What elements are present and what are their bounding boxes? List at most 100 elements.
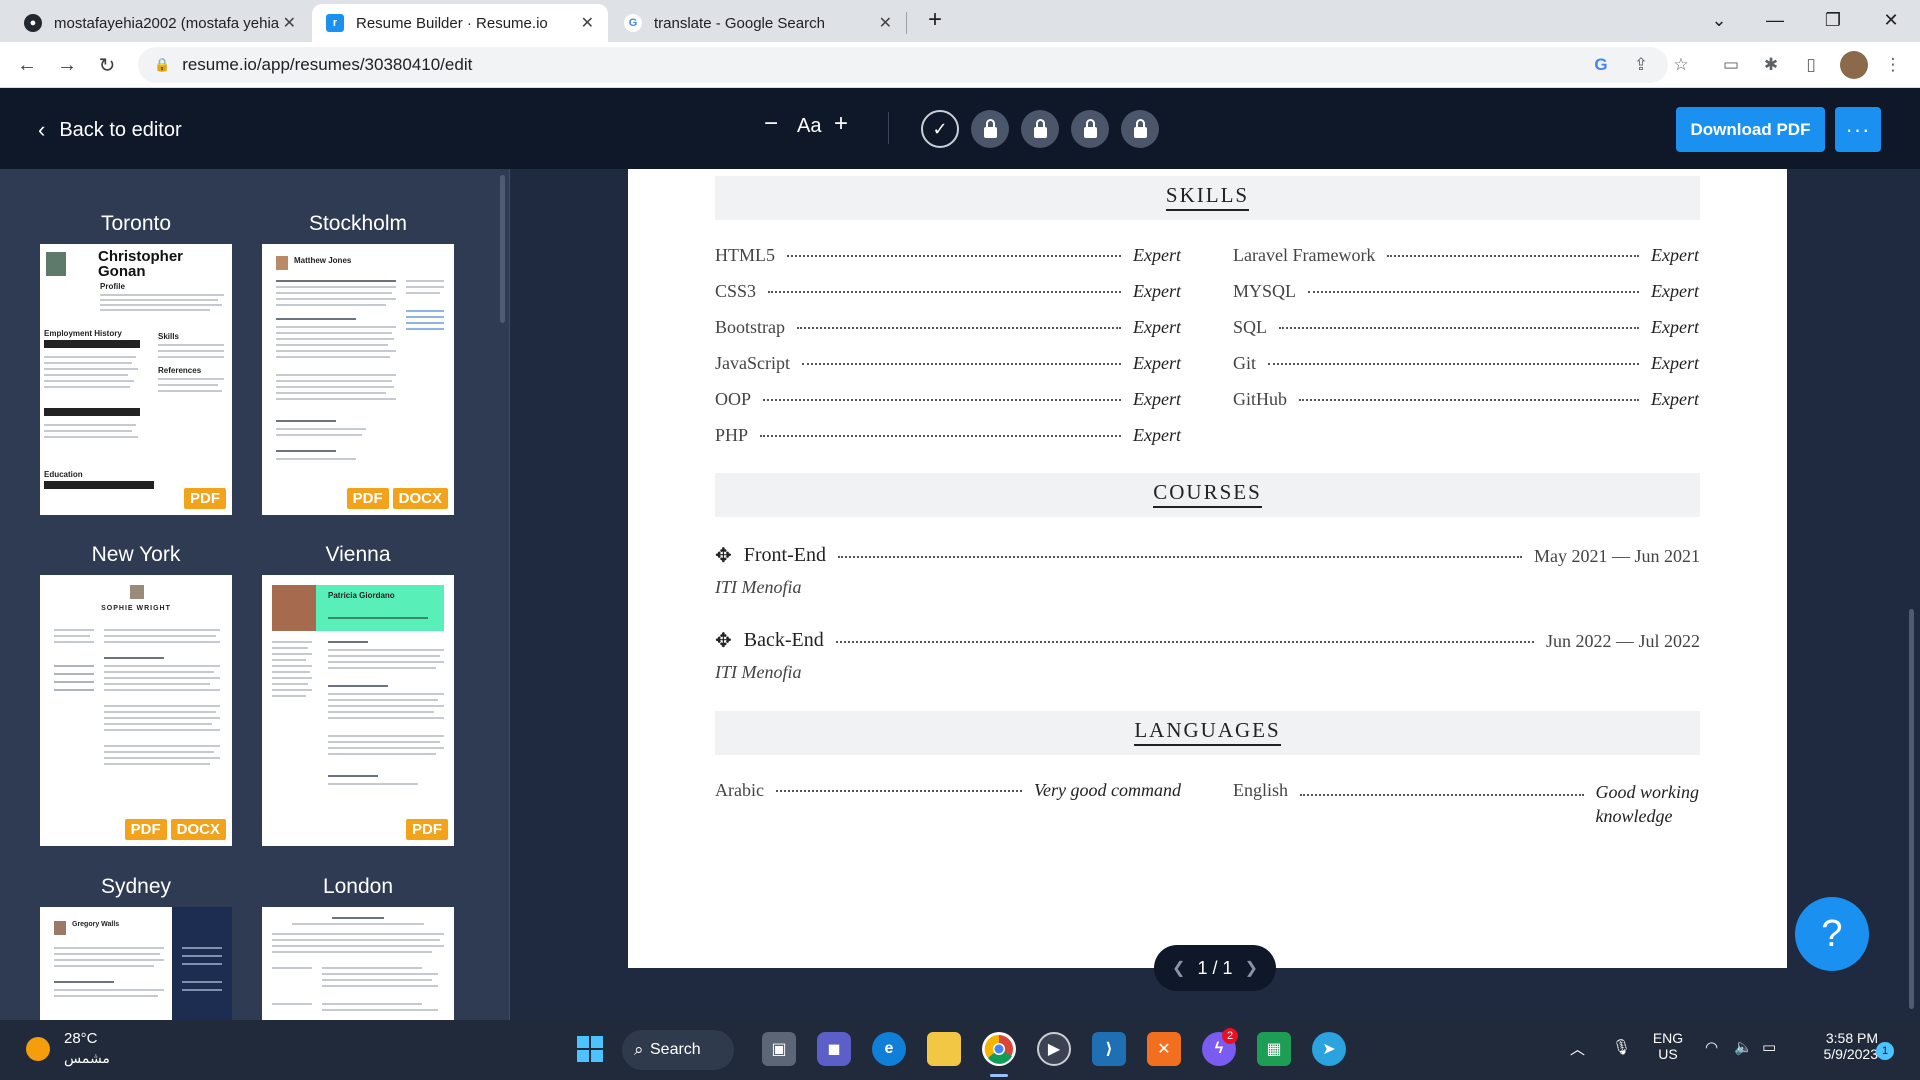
- battery-icon[interactable]: ▭: [1762, 1038, 1776, 1056]
- edge-icon[interactable]: e: [872, 1032, 906, 1066]
- preview-bar: [44, 408, 140, 416]
- chevron-up-icon[interactable]: ︿: [1570, 1038, 1585, 1059]
- reload-icon[interactable]: ↻: [92, 50, 122, 80]
- profile-avatar[interactable]: [1840, 51, 1868, 79]
- skill-level: Expert: [1133, 281, 1181, 301]
- file-explorer-icon[interactable]: [927, 1032, 961, 1066]
- side-panel-icon[interactable]: ▯: [1798, 52, 1824, 78]
- google-lens-icon[interactable]: G: [1588, 52, 1614, 78]
- spacing-option-locked-1[interactable]: [971, 110, 1009, 148]
- windows-start-icon[interactable]: [573, 1032, 607, 1066]
- preview-name: Gregory Walls: [72, 921, 120, 928]
- tab-title: translate - Google Search: [654, 14, 825, 32]
- tab-search-chevron-icon[interactable]: ⌄: [1694, 0, 1744, 40]
- xampp-icon[interactable]: ✕: [1147, 1032, 1181, 1066]
- volume-icon[interactable]: 🔈: [1734, 1038, 1753, 1056]
- active-app-indicator: [990, 1074, 1008, 1077]
- format-badges: PDF: [184, 488, 226, 509]
- spacing-option-check[interactable]: ✓: [921, 110, 959, 148]
- lock-icon: [983, 118, 997, 138]
- back-arrow-icon[interactable]: ←: [12, 50, 42, 80]
- tab-google-search[interactable]: G translate - Google Search ✕: [610, 4, 906, 42]
- template-card-sydney[interactable]: Gregory Walls: [40, 907, 232, 1020]
- chrome-menu-icon[interactable]: ⋮: [1880, 52, 1906, 78]
- wifi-icon[interactable]: ◠: [1705, 1038, 1718, 1056]
- prev-page-icon[interactable]: ❮: [1172, 958, 1185, 978]
- language-indicator[interactable]: ENG US: [1650, 1030, 1686, 1062]
- skill-row: SQL Expert: [1233, 317, 1699, 338]
- extensions-icon[interactable]: ✱: [1758, 52, 1784, 78]
- skill-name: Bootstrap: [715, 317, 785, 337]
- course-title: Front-End: [743, 544, 826, 566]
- spacing-option-locked-2[interactable]: [1021, 110, 1059, 148]
- template-name-new-york: New York: [91, 543, 181, 566]
- avatar: [46, 252, 66, 276]
- messenger-badge: 2: [1222, 1028, 1238, 1044]
- template-card-toronto[interactable]: Christopher Gonan Profile Employment His…: [40, 244, 232, 515]
- microphone-icon[interactable]: 🎙: [1612, 1038, 1631, 1056]
- browser-tab-strip: ● mostafayehia2002 (mostafa yehia ✕ r Re…: [0, 0, 1920, 42]
- skill-row: OOP Expert: [715, 389, 1181, 410]
- chrome-icon[interactable]: [982, 1032, 1016, 1066]
- close-icon[interactable]: ✕: [879, 13, 892, 33]
- forward-arrow-icon[interactable]: →: [52, 50, 82, 80]
- skill-name: MYSQL: [1233, 281, 1297, 301]
- skill-row: GitHub Expert: [1233, 389, 1699, 410]
- task-view-icon[interactable]: ▣: [762, 1032, 796, 1066]
- minimize-button[interactable]: —: [1750, 0, 1800, 40]
- weather-temp[interactable]: 28°C: [64, 1030, 98, 1047]
- more-options-button[interactable]: ···: [1835, 107, 1881, 152]
- restore-button[interactable]: ❐: [1808, 0, 1858, 40]
- teams-chat-icon[interactable]: ◼: [817, 1032, 851, 1066]
- increase-font-button[interactable]: +: [834, 110, 848, 138]
- lock-icon: [1083, 118, 1097, 138]
- course-title: Back-End: [743, 629, 824, 651]
- template-scrollbar[interactable]: [500, 175, 505, 323]
- spacing-option-locked-3[interactable]: [1071, 110, 1109, 148]
- notification-badge[interactable]: 1: [1876, 1042, 1894, 1060]
- close-icon[interactable]: ✕: [581, 13, 594, 33]
- skill-level: Expert: [1651, 353, 1699, 373]
- close-window-button[interactable]: ✕: [1866, 0, 1916, 40]
- decrease-font-button[interactable]: −: [764, 110, 778, 138]
- course-institution: ITI Menofia: [715, 577, 802, 597]
- tab-github[interactable]: ● mostafayehia2002 (mostafa yehia ✕: [10, 4, 310, 42]
- template-card-london[interactable]: [262, 907, 454, 1020]
- docx-badge: DOCX: [170, 819, 226, 840]
- close-icon[interactable]: ✕: [283, 13, 296, 33]
- skill-row: CSS3 Expert: [715, 281, 1181, 302]
- page-pagination: ❮ 1 / 1 ❯: [1154, 945, 1276, 991]
- address-bar[interactable]: 🔒 resume.io/app/resumes/30380410/edit: [138, 47, 1668, 83]
- google-icon: G: [624, 14, 642, 32]
- skill-level: Expert: [1133, 317, 1181, 337]
- tab-resume-builder[interactable]: r Resume Builder · Resume.io ✕: [312, 4, 608, 42]
- preview-name: Patricia Giordano: [328, 591, 395, 600]
- template-card-vienna[interactable]: Patricia Giordano PDF: [262, 575, 454, 846]
- vscode-icon[interactable]: ⟩: [1092, 1032, 1126, 1066]
- next-page-icon[interactable]: ❯: [1245, 958, 1258, 978]
- app-icon[interactable]: ▦: [1257, 1032, 1291, 1066]
- preview-heading: References: [158, 366, 202, 375]
- preview-scrollbar[interactable]: [1909, 609, 1914, 1009]
- share-icon[interactable]: ⇪: [1628, 52, 1654, 78]
- bookmark-star-icon[interactable]: ☆: [1668, 52, 1694, 78]
- lock-icon: 🔒: [154, 57, 171, 72]
- help-button[interactable]: ?: [1795, 897, 1869, 971]
- avatar: [54, 921, 66, 935]
- new-tab-button[interactable]: +: [910, 0, 960, 40]
- pdf-badge: PDF: [184, 488, 226, 509]
- template-card-new-york[interactable]: SOPHIE WRIGHT PDF DOCX: [40, 575, 232, 846]
- skill-name: OOP: [715, 389, 752, 409]
- telegram-icon[interactable]: ➤: [1312, 1032, 1346, 1066]
- weather-sun-icon[interactable]: [26, 1037, 50, 1061]
- download-pdf-button[interactable]: Download PDF: [1676, 107, 1825, 152]
- clock[interactable]: 3:58 PM 5/9/2023: [1800, 1030, 1879, 1062]
- taskbar-search[interactable]: ⌕ Search: [622, 1030, 734, 1070]
- template-card-stockholm[interactable]: Matthew Jones PDF DOCX: [262, 244, 454, 515]
- spacing-option-locked-4[interactable]: [1121, 110, 1159, 148]
- preview-bar: [44, 340, 140, 348]
- cast-icon[interactable]: ▭: [1718, 52, 1744, 78]
- lock-icon: [1133, 118, 1147, 138]
- media-player-icon[interactable]: ▶: [1037, 1032, 1071, 1066]
- back-to-editor-link[interactable]: ‹ Back to editor: [38, 117, 182, 143]
